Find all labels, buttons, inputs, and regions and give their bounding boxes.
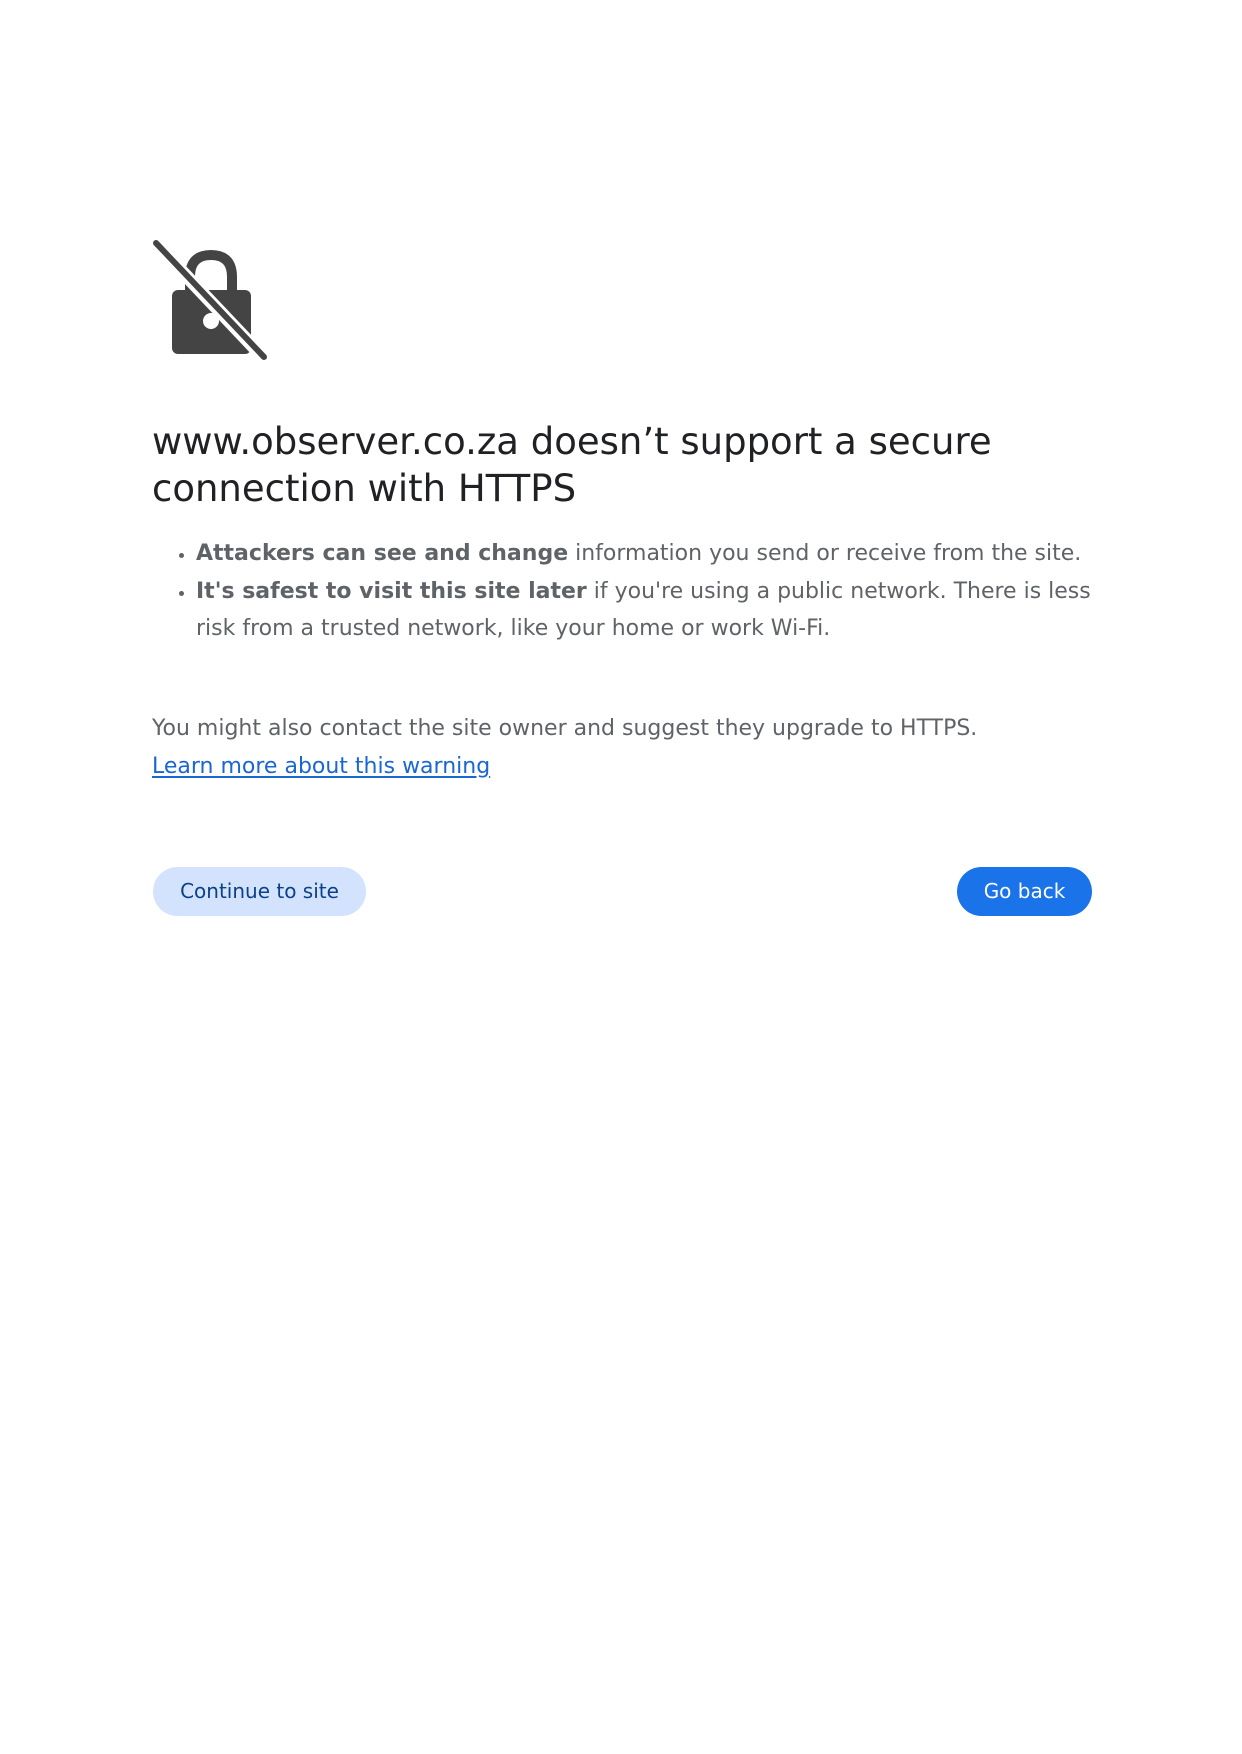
extra-explanation: You might also contact the site owner an… — [152, 710, 1092, 785]
warning-text: information you send or receive from the… — [568, 541, 1082, 566]
warning-bold-text: It's safest to visit this site later — [196, 578, 587, 604]
learn-more-link[interactable]: Learn more about this warning — [152, 754, 490, 779]
go-back-button[interactable]: Go back — [957, 867, 1092, 916]
page-title: www.observer.co.za doesn’t support a sec… — [152, 420, 992, 510]
broken-lock-icon — [152, 240, 270, 362]
list-item: Attackers can see and change information… — [196, 535, 1092, 573]
contact-owner-text: You might also contact the site owner an… — [152, 716, 978, 741]
continue-to-site-button[interactable]: Continue to site — [153, 867, 366, 916]
list-item: It's safest to visit this site later if … — [196, 573, 1092, 648]
warning-list: Attackers can see and change information… — [152, 535, 1092, 648]
interstitial-content: www.observer.co.za doesn’t support a sec… — [152, 240, 1092, 916]
warning-bold-text: Attackers can see and change — [196, 541, 569, 566]
